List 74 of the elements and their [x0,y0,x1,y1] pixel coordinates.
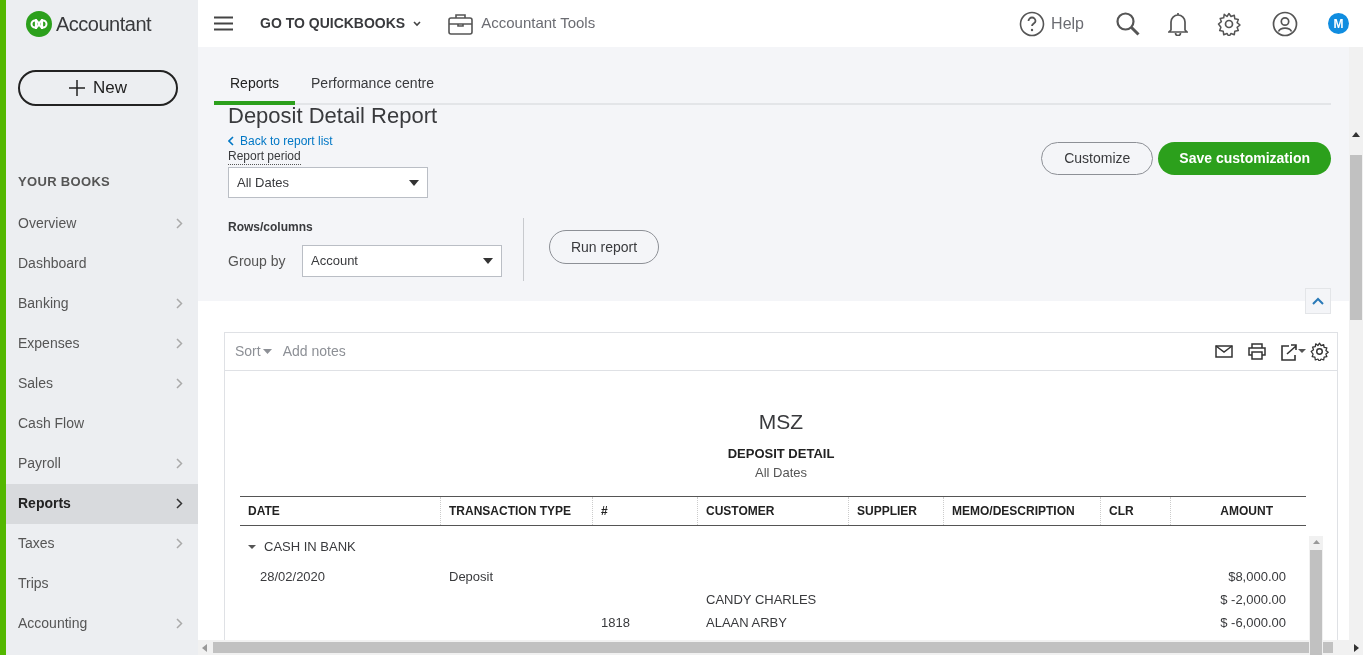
report-period: All Dates [755,465,807,481]
help-icon[interactable] [1019,10,1046,37]
scroll-right-icon[interactable] [1354,643,1359,652]
company-name: MSZ [758,410,804,434]
column-header: DATE [240,497,441,525]
sidebar-item[interactable]: Banking [6,283,198,324]
caret-down-icon [262,349,272,354]
tab[interactable]: Reports [214,65,296,105]
back-link[interactable]: Back to report list [228,134,333,148]
column-header: CLR [1101,497,1171,525]
table-cell-text: 1818 [601,613,630,632]
section-title: YOUR BOOKS [18,173,111,191]
print-icon[interactable] [1248,343,1266,360]
table-cell-text: ALAAN ARBY [706,613,787,632]
column-header: TRANSACTION TYPE [441,497,593,525]
sidebar-item[interactable]: Accounting [6,603,198,644]
chevron-up-icon [1312,297,1324,305]
sidebar-item[interactable]: Dashboard [6,243,198,284]
column-header: AMOUNT [1219,503,1274,520]
report-period-dropdown[interactable]: All Dates [228,167,428,198]
scrollbar-thumb[interactable] [1350,155,1362,320]
logo-icon [26,11,52,37]
search-icon[interactable] [1115,10,1141,37]
report-period-label: Report period [228,148,301,165]
new-button[interactable]: New [18,70,178,106]
sidebar-item[interactable]: Overview [6,203,198,244]
user-icon[interactable] [1272,10,1298,37]
caret-down-icon[interactable] [248,543,256,551]
table-cell-text: Deposit [449,567,494,586]
settings-icon[interactable] [1310,342,1329,361]
table-cell-text: $8,000.00 [1228,567,1286,586]
avatar[interactable]: M [1328,13,1349,34]
table-cell-text: $ -2,000.00 [1220,590,1286,609]
page-title: Deposit Detail Report [228,103,439,129]
settings-icon[interactable] [1217,11,1241,36]
table-cell-text: CANDY CHARLES [706,590,817,609]
scrollbar-thumb[interactable] [213,642,1333,653]
caret-down-icon [409,179,419,186]
brand-name: Accountant [56,12,152,37]
table-cell-text: 28/02/2020 [260,567,326,586]
add-notes-button[interactable]: Add notes [282,341,346,362]
chevron-down-icon [413,20,422,27]
column-header: # [593,497,698,525]
sidebar-item[interactable]: Cash Flow [6,403,198,444]
group-by-label: Group by [228,251,287,271]
tab[interactable]: Performance centre [295,65,450,105]
email-icon[interactable] [1215,345,1233,358]
column-header: MEMO/DESCRIPTION [944,497,1101,525]
table-cell-text: $ -6,000.00 [1220,613,1286,632]
sidebar-item[interactable]: Reports [6,483,198,524]
export-icon[interactable] [1280,342,1306,361]
sidebar-item[interactable]: Taxes [6,523,198,564]
report-title: DEPOSIT DETAIL [727,446,835,462]
column-header: CUSTOMER [698,497,849,525]
briefcase-icon[interactable] [448,12,474,35]
column-header: SUPPLIER [849,497,944,525]
collapse-button[interactable] [1305,288,1331,314]
sidebar-item[interactable]: Payroll [6,443,198,484]
sidebar-item[interactable]: Trips [6,563,198,604]
group-name: CASH IN BANK [264,538,356,557]
rows-columns-label: Rows/columns [228,219,313,236]
caret-down-icon [483,258,493,264]
help-link[interactable]: Help [1051,11,1084,36]
group-by-dropdown[interactable]: Account [302,245,502,277]
menu-icon[interactable] [214,16,233,31]
sidebar-item[interactable]: Sales [6,363,198,404]
accountant-tools-link[interactable]: Accountant Tools [481,12,596,35]
sidebar-item[interactable]: Expenses [6,323,198,364]
scroll-up-icon[interactable] [1352,132,1360,137]
bell-icon[interactable] [1168,11,1188,36]
plus-icon [69,80,85,96]
chevron-left-icon [228,136,234,146]
save-customization-button[interactable]: Save customization [1158,142,1331,175]
quickbooks-switcher[interactable]: GO TO QUICKBOOKS [260,13,422,34]
